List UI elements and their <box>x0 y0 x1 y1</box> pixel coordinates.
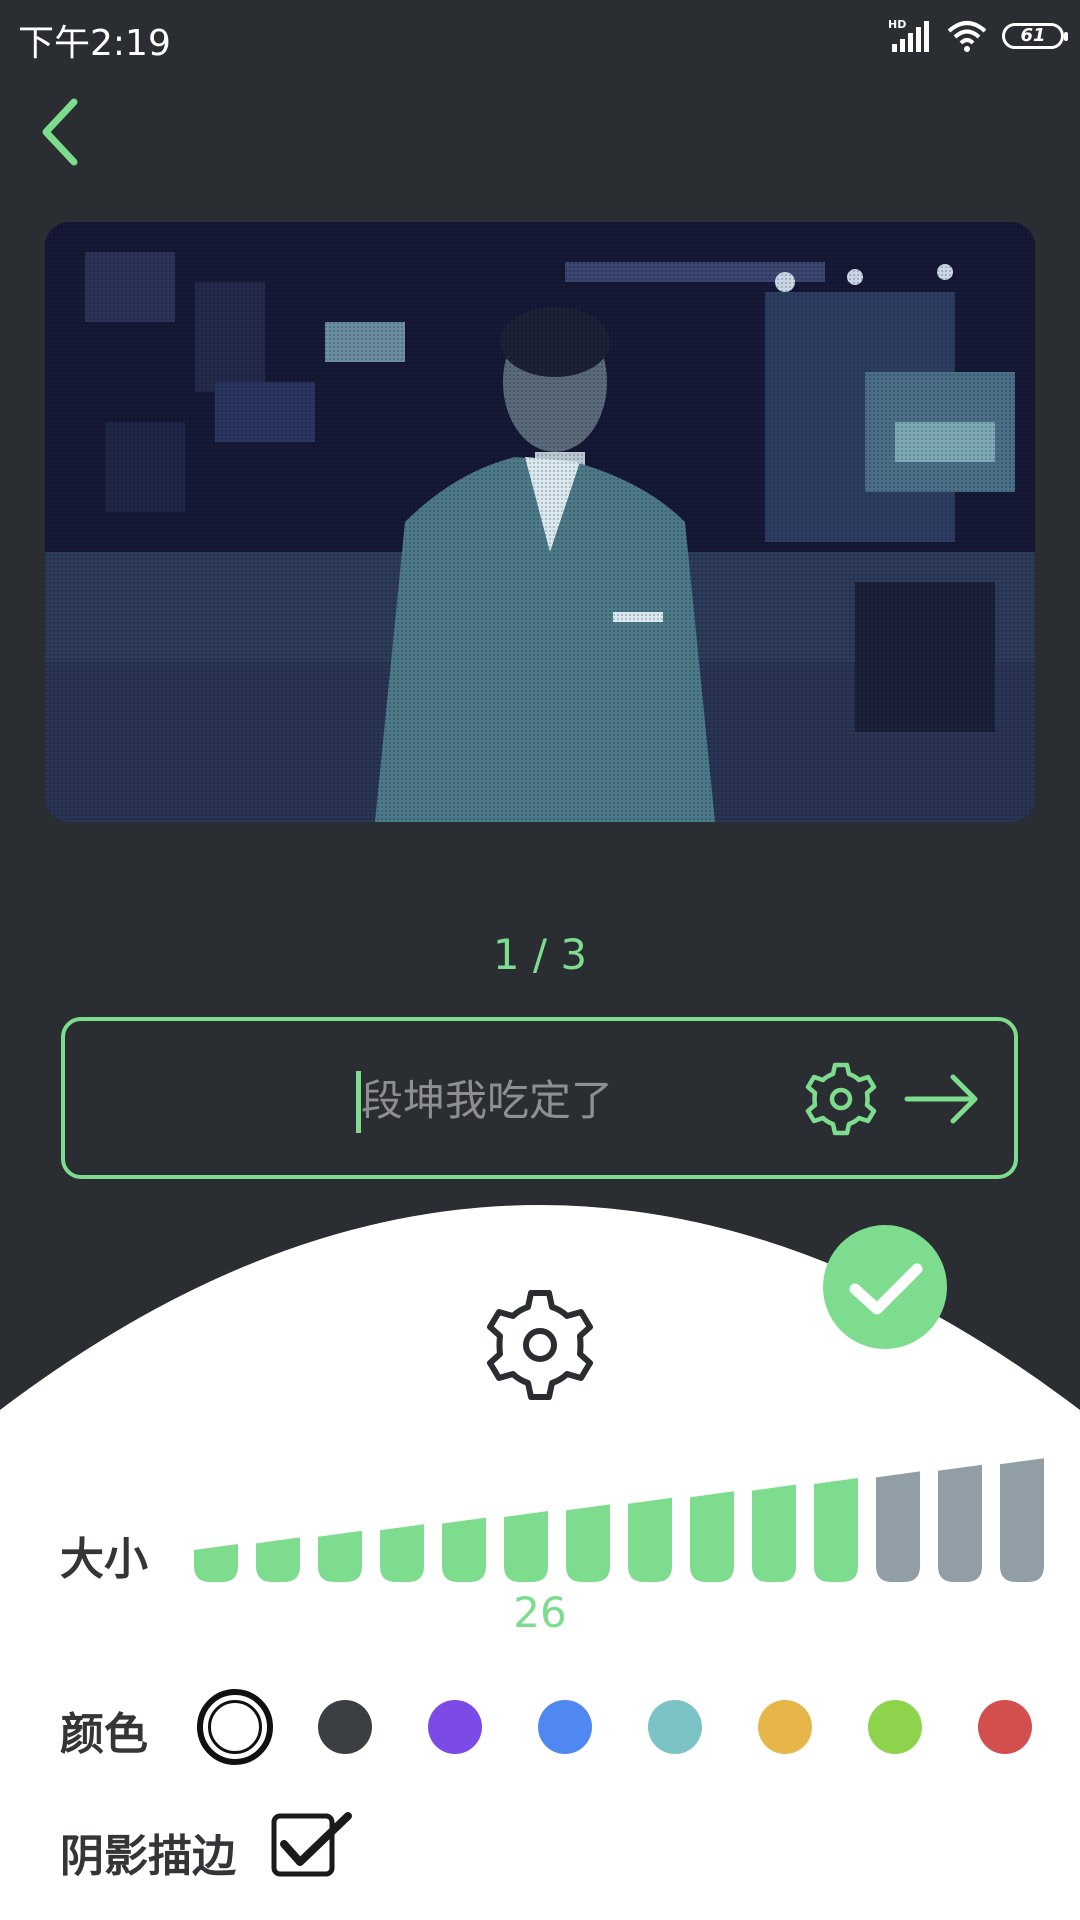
check-icon <box>280 1812 352 1866</box>
size-label: 大小 <box>60 1534 148 1585</box>
color-label: 颜色 <box>60 1709 148 1760</box>
sheet-settings-gear <box>487 1290 593 1400</box>
size-step[interactable] <box>876 1471 920 1582</box>
size-value: 26 <box>513 1588 567 1637</box>
size-step[interactable] <box>256 1537 300 1582</box>
size-step[interactable] <box>690 1491 734 1582</box>
check-icon <box>849 1263 923 1315</box>
color-option[interactable] <box>538 1700 592 1754</box>
size-step[interactable] <box>442 1517 486 1582</box>
color-option[interactable] <box>868 1700 922 1754</box>
size-step[interactable] <box>380 1524 424 1582</box>
size-step[interactable] <box>814 1478 858 1582</box>
size-step[interactable] <box>938 1464 982 1582</box>
confirm-button[interactable] <box>823 1225 947 1349</box>
color-swatch <box>208 1700 262 1754</box>
size-step[interactable] <box>504 1511 548 1582</box>
size-step[interactable] <box>318 1530 362 1582</box>
color-option[interactable] <box>318 1700 372 1754</box>
color-option[interactable] <box>428 1700 482 1754</box>
color-option[interactable] <box>648 1700 702 1754</box>
size-step[interactable] <box>628 1497 672 1582</box>
color-option[interactable] <box>978 1700 1032 1754</box>
size-step[interactable] <box>1000 1458 1044 1582</box>
size-step[interactable] <box>752 1484 796 1582</box>
shadow-checkbox[interactable] <box>270 1812 354 1882</box>
size-step[interactable] <box>194 1544 238 1582</box>
color-option-selected[interactable] <box>197 1689 273 1765</box>
gear-icon <box>487 1290 593 1400</box>
color-option[interactable] <box>758 1700 812 1754</box>
size-step[interactable] <box>566 1504 610 1582</box>
shadow-label: 阴影描边 <box>60 1831 236 1882</box>
size-slider[interactable] <box>190 1450 1050 1590</box>
